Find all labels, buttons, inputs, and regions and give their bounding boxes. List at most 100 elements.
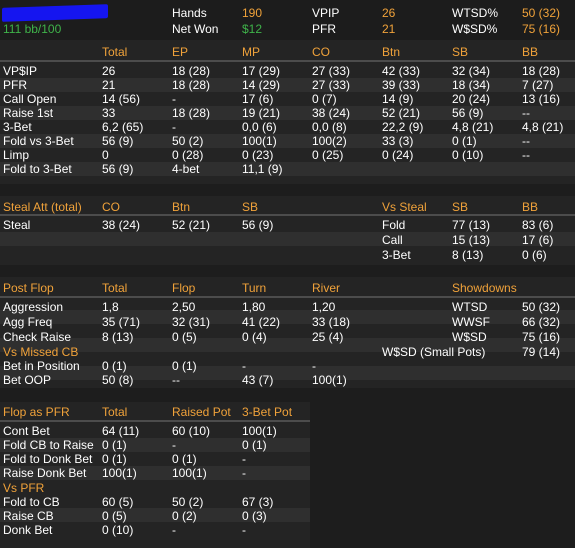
showdown-value: 75 (16) [522,330,561,344]
steal-header-sb: SB [242,200,259,214]
flop-pfr-row-label: Fold to Donk Bet [3,452,93,466]
vs-pfr-row-cell: 50 (2) [172,495,204,509]
preflop-row-cell: 19 (21) [242,106,281,120]
missed-cb-row-cell: 0 (1) [172,359,197,373]
preflop-row-cell: 14 (56) [102,92,141,106]
postflop-row-cell: 1,80 [242,300,266,314]
preflop-row-cell: 21 [102,78,116,92]
preflop-row-cell: 6,2 (65) [102,120,144,134]
preflop-row-cell: 18 (28) [172,78,211,92]
preflop-row-cell: 56 (9) [452,106,484,120]
showdown-value: 79 (14) [522,345,561,359]
postflop-row-cell: 35 (71) [102,315,141,329]
preflop-row-cell: 18 (28) [172,106,211,120]
missed-cb-row-cell: - [312,359,316,373]
preflop-row-cell: 0 (7) [312,92,337,106]
vpip-value: 26 [382,6,396,20]
vs-pfr-row-cell: - [242,523,246,537]
preflop-row-cell: 20 (24) [452,92,491,106]
preflop-row-cell: 42 (33) [382,64,421,78]
preflop-row-cell: 18 (28) [522,64,561,78]
preflop-row-label: Fold vs 3-Bet [3,134,74,148]
postflop-row-cell: 41 (22) [242,315,281,329]
wtsd-label: WTSD% [452,6,498,20]
vs-steal-row-label: 3-Bet [382,248,411,262]
missed-cb-title: Vs Missed CB [3,345,79,359]
missed-cb-row-label: Bet in Position [3,359,80,373]
vs-pfr-row-cell: 0 (2) [172,509,197,523]
flop-pfr-row-cell: 0 (1) [102,438,127,452]
flop-pfr-row-label: Raise Donk Bet [3,466,87,480]
preflop-row-label: Fold to 3-Bet [3,162,72,176]
preflop-row-label: VP$IP [3,64,38,78]
vs-steal-row-cell: 8 (13) [452,248,484,262]
postflop-row-cell: 2,50 [172,300,196,314]
vs-steal-title: Vs Steal [382,200,427,214]
preflop-header-mp: MP [242,45,260,59]
vs-steal-row-cell: 17 (6) [522,233,554,247]
preflop-row-cell: 4-bet [172,162,200,176]
preflop-header-co: CO [312,45,330,59]
missed-cb-row-label: Bet OOP [3,373,52,387]
vs-steal-row-cell: 83 (6) [522,218,554,232]
preflop-header-btn: Btn [382,45,401,59]
preflop-row-cell: -- [522,134,530,148]
flop-pfr-row-cell: - [242,452,246,466]
postflop-row-cell: 1,20 [312,300,336,314]
preflop-row-cell: -- [522,148,530,162]
postflop-row-cell: 8 (13) [102,330,134,344]
flop-pfr-row-cell: 100(1) [102,466,137,480]
vs-pfr-row-cell: 0 (3) [242,509,267,523]
vs-pfr-row-label: Raise CB [3,509,54,523]
preflop-header-sb: SB [452,45,469,59]
preflop-row-cell: 0 (10) [452,148,484,162]
postflop-row-cell: 32 (31) [172,315,211,329]
flop-pfr-row-cell: 0 (1) [102,452,127,466]
vs-pfr-title: Vs PFR [3,481,45,495]
steal-header-co: CO [102,200,120,214]
missed-cb-row-cell: 50 (8) [102,373,134,387]
flop-pfr-header-total: Total [102,405,128,419]
showdown-label: WWSF [452,315,490,329]
preflop-row-label: 3-Bet [3,120,32,134]
postflop-row-cell: 0 (4) [242,330,267,344]
vs-steal-row-label: Fold [382,218,406,232]
steal-header-btn: Btn [172,200,191,214]
flop-pfr-title: Flop as PFR [3,405,70,419]
preflop-row-cell: 18 (28) [172,64,211,78]
flop-pfr-row-label: Fold CB to Raise [3,438,94,452]
winrate: 111 bb/100 [3,22,62,36]
vs-pfr-row-label: Donk Bet [3,523,53,537]
preflop-row-cell: 11,1 (9) [242,162,283,176]
postflop-row-label: Aggression [3,300,64,314]
flop-pfr-row-label: Cont Bet [3,424,50,438]
preflop-row-cell: 0 (23) [242,148,274,162]
vs-steal-row-cell: 77 (13) [452,218,491,232]
showdown-value: 50 (32) [522,300,561,314]
preflop-row-cell: 7 (27) [522,78,554,92]
vs-steal-row-cell: 0 (6) [522,248,547,262]
postflop-header-turn: Turn [242,281,267,295]
flop-pfr-row-cell: 64 (11) [102,424,140,438]
preflop-row-cell: 17 (6) [242,92,274,106]
postflop-header-river: River [312,281,341,295]
preflop-row-cell: 0,0 (6) [242,120,277,134]
preflop-row-cell: 13 (16) [522,92,561,106]
preflop-row-cell: 39 (33) [382,78,421,92]
flop-pfr-header-raised: Raised Pot [172,405,231,419]
preflop-row-cell: 18 (34) [452,78,491,92]
pfr-label: PFR [312,22,336,36]
vs-pfr-row-cell: 60 (5) [102,495,134,509]
preflop-row-cell: - [172,120,176,134]
vs-steal-row-label: Call [382,233,403,247]
flop-pfr-header-3bet: 3-Bet Pot [242,405,293,419]
pfr-value: 21 [382,22,396,36]
postflop-row-cell: 25 (4) [312,330,344,344]
steal-co-value: 38 (24) [102,218,141,232]
flop-pfr-row-cell: - [242,466,246,480]
steal-row-label: Steal [3,218,31,232]
preflop-row-cell: 22,2 (9) [382,120,424,134]
postflop-row-cell: 0 (5) [172,330,197,344]
preflop-row-cell: 32 (34) [452,64,491,78]
preflop-row-cell: -- [522,106,530,120]
